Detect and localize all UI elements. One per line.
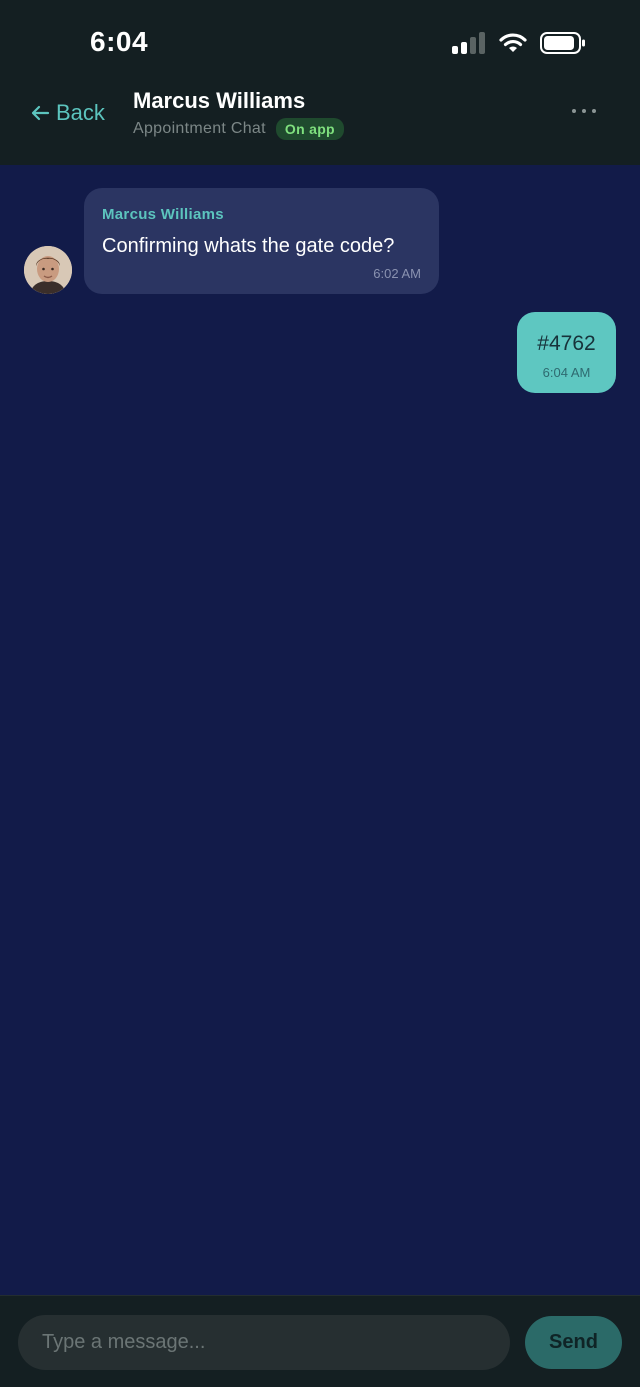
- message-composer: Send: [0, 1295, 640, 1387]
- status-icons: [452, 30, 586, 56]
- more-options-icon[interactable]: [572, 104, 596, 118]
- message-text: Confirming whats the gate code?: [102, 235, 395, 257]
- back-arrow-icon: [31, 105, 50, 121]
- message-input[interactable]: [18, 1315, 510, 1370]
- status-time: 6:04: [90, 26, 149, 57]
- back-label: Back: [56, 100, 105, 125]
- status-badge: On app: [275, 118, 344, 140]
- message-bubble-outgoing: #4762 6:04 AM: [517, 312, 616, 393]
- chat-screen: 6:04 Back Marcus Williams Appointment Ch…: [0, 0, 640, 1387]
- message-sender: Marcus Williams: [102, 206, 224, 223]
- chat-subtitle: Appointment Chat: [133, 120, 266, 137]
- header-bar: 6:04 Back Marcus Williams Appointment Ch…: [0, 0, 640, 165]
- cellular-signal-icon: [452, 32, 486, 54]
- message-bubble-incoming: Marcus Williams Confirming whats the gat…: [84, 188, 439, 294]
- avatar: [24, 246, 72, 294]
- contact-name: Marcus Williams: [133, 88, 306, 113]
- back-button[interactable]: Back: [30, 98, 105, 128]
- message-time: 6:02 AM: [373, 266, 421, 281]
- header-subtitle-row: Appointment Chat On app: [133, 118, 344, 140]
- message-text: #4762: [537, 332, 596, 355]
- send-button[interactable]: Send: [525, 1316, 622, 1369]
- wifi-icon: [499, 33, 527, 52]
- battery-icon: [540, 32, 585, 54]
- message-time: 6:04 AM: [542, 365, 591, 380]
